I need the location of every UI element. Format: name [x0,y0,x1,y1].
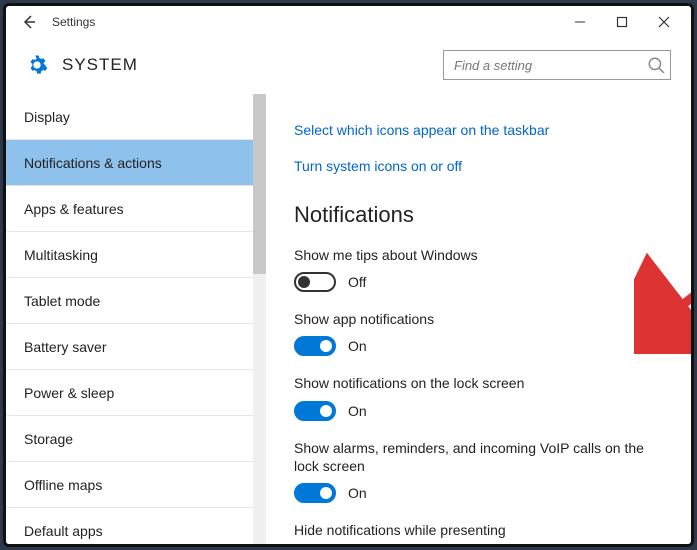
setting-row: Show me tips about Windows Off [294,246,669,292]
sidebar-item-storage[interactable]: Storage [6,416,266,462]
sidebar-item-display[interactable]: Display [6,94,266,140]
content-pane: Select which icons appear on the taskbar… [266,94,691,544]
sidebar-item-label: Display [24,109,70,125]
settings-window: Settings SYSTEM Display Notifications & a… [6,6,691,544]
page-title: SYSTEM [62,55,138,75]
sidebar: Display Notifications & actions Apps & fea… [6,94,266,544]
gear-icon [26,54,48,76]
sidebar-item-label: Battery saver [24,339,106,355]
search-wrap [443,50,671,80]
toggle-state-label: On [348,485,367,501]
setting-row: Show notifications on the lock screen On [294,374,669,420]
back-arrow-icon [21,14,37,30]
sidebar-item-label: Multitasking [24,247,98,263]
sidebar-item-label: Power & sleep [24,385,114,401]
toggle-state-label: On [348,403,367,419]
page-header: SYSTEM [6,38,691,94]
toggle-row: On [294,401,669,421]
window-title: Settings [52,15,95,29]
toggle-switch[interactable] [294,336,336,356]
toggle-row: On [294,483,669,503]
sidebar-scrollbar-thumb[interactable] [253,94,266,274]
setting-label: Show notifications on the lock screen [294,374,669,392]
sidebar-item-battery-saver[interactable]: Battery saver [6,324,266,370]
search-icon [647,56,665,74]
sidebar-item-label: Default apps [24,523,103,539]
sidebar-item-offline-maps[interactable]: Offline maps [6,462,266,508]
setting-row: Show alarms, reminders, and incoming VoI… [294,439,669,503]
sidebar-item-notifications-actions[interactable]: Notifications & actions [6,140,266,186]
screenshot-frame: Settings SYSTEM Display Notifications & a… [3,3,694,547]
window-controls [559,8,685,36]
sidebar-item-apps-features[interactable]: Apps & features [6,186,266,232]
maximize-icon [616,16,628,28]
titlebar: Settings [6,6,691,38]
setting-label: Show alarms, reminders, and incoming VoI… [294,439,669,475]
minimize-icon [574,16,586,28]
setting-label: Hide notifications while presenting [294,521,669,539]
toggle-row: On [294,336,669,356]
sidebar-item-label: Apps & features [24,201,124,217]
toggle-knob-icon [298,276,310,288]
body: Display Notifications & actions Apps & fea… [6,94,691,544]
setting-label: Show app notifications [294,310,669,328]
sidebar-item-label: Notifications & actions [24,155,162,171]
close-button[interactable] [643,8,685,36]
link-taskbar-icons[interactable]: Select which icons appear on the taskbar [294,122,669,138]
setting-label: Show me tips about Windows [294,246,669,264]
sidebar-scrollbar[interactable] [253,94,266,544]
toggle-switch[interactable] [294,401,336,421]
sidebar-item-default-apps[interactable]: Default apps [6,508,266,547]
setting-row: Show app notifications On [294,310,669,356]
toggle-switch[interactable] [294,272,336,292]
toggle-switch[interactable] [294,483,336,503]
sidebar-item-tablet-mode[interactable]: Tablet mode [6,278,266,324]
setting-row: Hide notifications while presentingOff [294,521,669,544]
sidebar-item-label: Offline maps [24,477,102,493]
toggle-knob-icon [320,405,332,417]
back-button[interactable] [12,8,46,36]
toggle-knob-icon [320,487,332,499]
toggle-state-label: On [348,338,367,354]
maximize-button[interactable] [601,8,643,36]
sidebar-item-power-sleep[interactable]: Power & sleep [6,370,266,416]
section-heading-notifications: Notifications [294,202,669,228]
toggle-state-label: Off [348,274,366,290]
sidebar-item-multitasking[interactable]: Multitasking [6,232,266,278]
toggle-knob-icon [320,340,332,352]
search-input[interactable] [443,50,671,80]
close-icon [658,16,670,28]
link-system-icons[interactable]: Turn system icons on or off [294,158,669,174]
toggle-row: Off [294,272,669,292]
sidebar-item-label: Tablet mode [24,293,100,309]
sidebar-item-label: Storage [24,431,73,447]
minimize-button[interactable] [559,8,601,36]
